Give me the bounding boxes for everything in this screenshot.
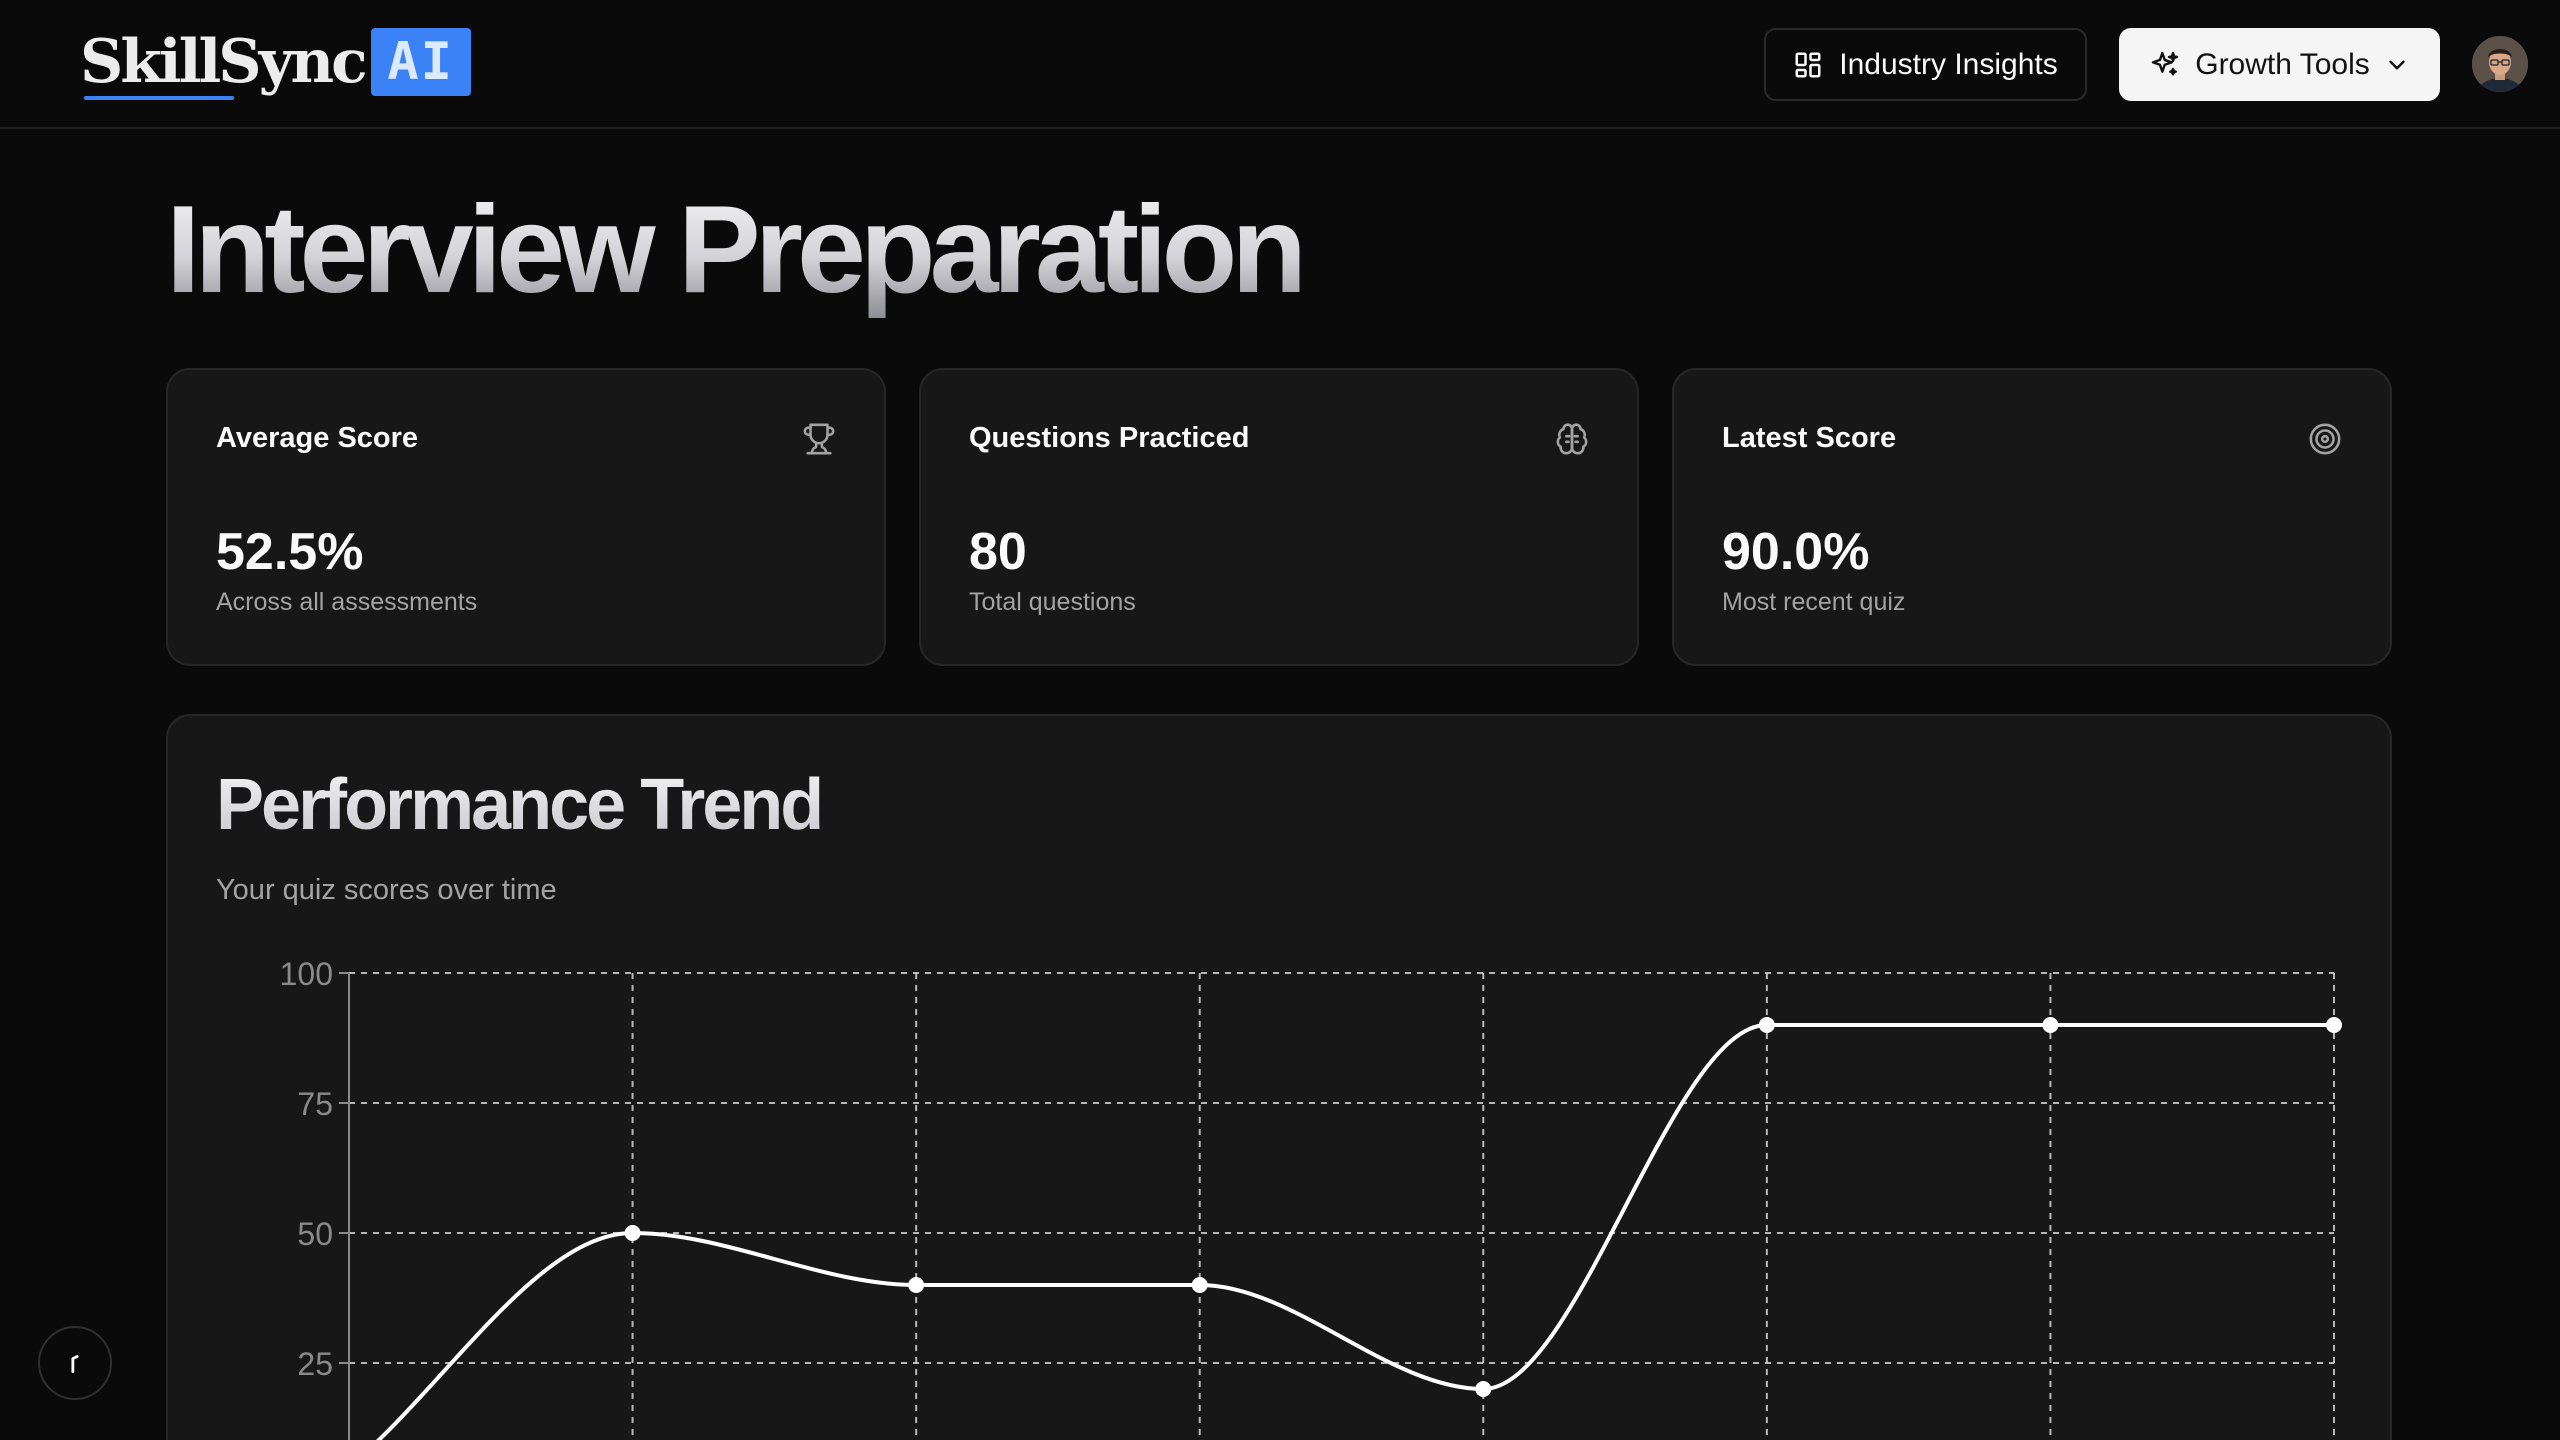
stat-description: Most recent quiz [1722,588,1906,616]
sparkles-icon [2152,51,2179,76]
top-navbar: SkillSync AI Industry Insights Growth To… [0,0,2560,129]
trophy-icon [803,423,835,455]
y-tick-label: 75 [297,1086,333,1122]
target-icon [2309,423,2341,455]
industry-insights-button[interactable]: Industry Insights [1764,28,2087,101]
logo-text: SkillSync [80,27,368,100]
page-title: Interview Preparation [166,181,1307,319]
stat-label: Questions Practiced [969,422,1250,454]
data-point [2042,1017,2059,1033]
performance-trend-card: Performance Trend Your quiz scores over … [166,714,2392,1440]
user-avatar[interactable] [2472,36,2528,92]
y-tick-label: 100 [280,956,333,992]
stat-label: Average Score [216,422,419,454]
growth-tools-dropdown[interactable]: Growth Tools [2119,28,2440,101]
data-point [624,1225,641,1241]
stat-value: 80 [969,523,1027,581]
industry-insights-label: Industry Insights [1839,47,2058,81]
y-tick-label: 50 [297,1216,333,1252]
stat-label: Latest Score [1722,422,1897,454]
brain-icon [1556,423,1588,455]
layout-dashboard-icon [1795,52,1821,77]
average-score-card: Average Score 52.5% Across all assessmen… [166,368,886,666]
data-point [1758,1017,1775,1033]
data-point [908,1277,925,1293]
growth-tools-label: Growth Tools [2195,47,2370,81]
skillsync-logo[interactable]: SkillSync AI [80,26,471,100]
performance-line-chart: 25 50 75 100 [280,956,2342,1440]
stat-value: 90.0% [1722,523,1870,581]
chevron-down-icon [2389,60,2405,69]
data-point [1191,1277,1208,1293]
questions-practiced-card: Questions Practiced 80 Total questions [919,368,1639,666]
data-point [1475,1381,1492,1397]
logo-ai-badge: AI [370,28,471,96]
y-tick-label: 25 [297,1346,333,1382]
page: SkillSync AI Industry Insights Growth To… [0,0,2560,1440]
latest-score-card: Latest Score 90.0% Most recent quiz [1672,368,2392,666]
stat-description: Total questions [969,588,1136,616]
cursor-icon [71,1355,79,1374]
stat-description: Across all assessments [216,588,478,616]
score-line [376,1022,2334,1440]
stat-value: 52.5% [216,523,364,581]
floating-action-button[interactable] [38,1326,112,1400]
data-point [2326,1017,2342,1033]
avatar-image [2472,36,2528,92]
